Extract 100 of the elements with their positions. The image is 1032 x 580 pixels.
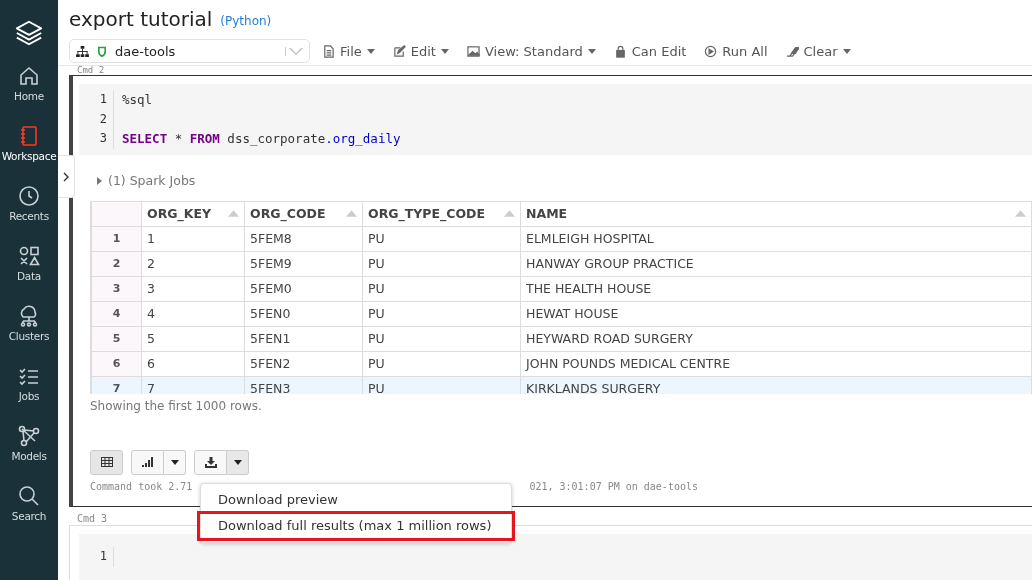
table-view-button[interactable] [90, 449, 123, 475]
table-cell: 2 [141, 251, 245, 277]
document-icon [322, 45, 335, 58]
expand-triangle-icon [97, 176, 102, 185]
spark-jobs-toggle[interactable]: (1) Spark Jobs [97, 172, 1032, 189]
column-header[interactable]: NAME [520, 201, 1032, 227]
sidebar-item[interactable]: Home [0, 64, 58, 124]
sidebar-item[interactable]: Clusters [0, 304, 58, 364]
table-cell: HEWAT HOUSE [520, 301, 1032, 327]
table-cell: 5FEN2 [244, 351, 363, 377]
notebook-title: export tutorial [69, 6, 213, 31]
table-cell: 5FEM8 [244, 226, 363, 252]
menu-item[interactable]: Download full results (max 1 million rows) [199, 513, 513, 539]
line-number: 1 [99, 548, 107, 566]
column-header[interactable]: ORG_TYPE_CODE [362, 201, 521, 227]
table-cell: 5FEM0 [244, 276, 363, 302]
play-icon [704, 45, 718, 58]
row-number: 5 [91, 326, 142, 352]
sidebar-item[interactable]: Models [0, 424, 58, 484]
bar-chart-icon [141, 457, 154, 468]
code-line: %sql [122, 92, 153, 108]
chevron-right-icon [63, 171, 69, 182]
table-cell: JOHN POUNDS MEDICAL CENTRE [520, 351, 1032, 377]
sort-arrow-icon [504, 210, 515, 218]
line-number: 1 [99, 91, 107, 109]
table-cell: HANWAY GROUP PRACTICE [520, 251, 1032, 277]
download-icon [204, 456, 217, 468]
house-icon [17, 64, 41, 88]
chart-view-button[interactable] [131, 449, 164, 475]
command-duration-text: Command took 2.71 [90, 480, 193, 492]
lock-icon [613, 45, 627, 58]
row-number: 1 [91, 226, 142, 252]
table-cell: PU [362, 301, 521, 327]
toolbar-menu-button[interactable]: Can Edit [607, 39, 699, 64]
caret-icon [587, 49, 596, 54]
download-options-button[interactable] [227, 449, 249, 475]
caret-icon [233, 459, 242, 465]
chart-options-button[interactable] [164, 449, 186, 475]
sidebar-item[interactable]: Recents [0, 184, 58, 244]
shield-icon [98, 46, 106, 57]
table-cell: 5FEN1 [244, 326, 363, 352]
sidebar-item[interactable]: Jobs [0, 364, 58, 424]
row-number: 3 [91, 276, 142, 302]
toolbar-menu-button[interactable]: File [316, 39, 387, 64]
row-number: 4 [91, 301, 142, 327]
table-cell: 5FEM9 [244, 251, 363, 277]
caret-icon [170, 459, 179, 465]
table-cell: PU [362, 351, 521, 377]
sort-arrow-icon [228, 210, 239, 218]
line-number: 2 [99, 110, 107, 128]
row-number: 6 [91, 351, 142, 377]
chevron-down-icon [285, 47, 303, 56]
menu-item[interactable]: Download preview [201, 487, 511, 513]
layers-logo-icon[interactable] [14, 18, 44, 48]
caret-icon [366, 49, 375, 54]
toolbar-menu-button[interactable]: Clear [779, 39, 863, 64]
code-line: SELECT * FROM dss_corporate.org_daily [122, 131, 401, 147]
table-cell: THE HEALTH HOUSE [520, 276, 1032, 302]
row-number: 2 [91, 251, 142, 277]
sidebar-item[interactable]: Workspace [0, 124, 58, 184]
table-cell: PU [362, 326, 521, 352]
command-timestamp-text: 021, 3:01:07 PM on dae-tools [529, 480, 698, 492]
sidebar-item[interactable]: Search [0, 484, 58, 544]
toolbar-menu-button[interactable]: Run All [698, 39, 780, 64]
download-button[interactable] [194, 449, 227, 475]
toolbar-menu-button[interactable]: View: Standard [460, 39, 608, 64]
caret-icon [842, 49, 851, 54]
column-header[interactable]: ORG_KEY [141, 201, 245, 227]
column-header[interactable]: ORG_CODE [244, 201, 363, 227]
table-cell: 3 [141, 276, 245, 302]
table-cell: 1 [141, 226, 245, 252]
sidebar-item[interactable]: Data [0, 244, 58, 304]
hierarchy-icon [76, 46, 89, 57]
table-cell: PU [362, 226, 521, 252]
caret-icon [440, 49, 449, 54]
eraser-icon [785, 45, 799, 58]
sort-arrow-icon [1015, 210, 1026, 218]
line-number: 3 [99, 130, 107, 148]
table-cell: ELMLEIGH HOSPITAL [520, 226, 1032, 252]
language-link[interactable]: (Python) [220, 9, 272, 28]
row-count-note: Showing the first 1000 rows. [90, 398, 263, 413]
table-cell: 5 [141, 326, 245, 352]
image-icon [466, 45, 480, 58]
table-cell: 6 [141, 351, 245, 377]
command-label: Cmd 2 [76, 66, 106, 76]
shapes-icon [17, 244, 41, 268]
search-icon [17, 484, 41, 508]
table-icon [100, 457, 113, 468]
clock-icon [17, 184, 41, 208]
table-cell: HEYWARD ROAD SURGERY [520, 326, 1032, 352]
sort-arrow-icon [346, 210, 357, 218]
table-cell: 4 [141, 301, 245, 327]
cluster-selector[interactable]: dae-tools [69, 39, 310, 64]
expand-panel-button[interactable] [58, 155, 75, 198]
table-cell: 5FEN0 [244, 301, 363, 327]
network-icon [17, 424, 41, 448]
table-cell: PU [362, 251, 521, 277]
toolbar-menu-button[interactable]: Edit [386, 39, 461, 64]
table-cell: PU [362, 276, 521, 302]
pencil-icon [392, 45, 406, 58]
